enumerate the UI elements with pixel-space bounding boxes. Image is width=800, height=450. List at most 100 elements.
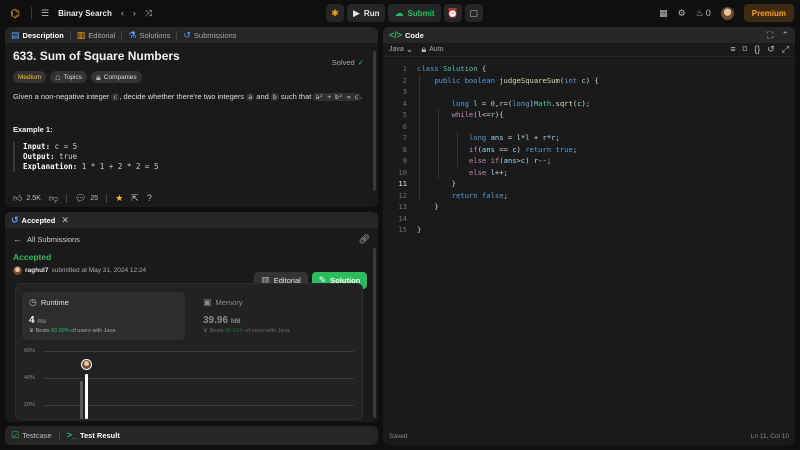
avatar[interactable]: [720, 6, 734, 20]
memory-label: Memory: [215, 298, 243, 307]
run-label: Run: [363, 8, 380, 18]
language-label: Java: [389, 46, 404, 53]
code-line[interactable]: 3: [383, 86, 795, 98]
solved-status: Solved ✓: [332, 58, 364, 67]
reset-icon[interactable]: ↺: [767, 45, 775, 54]
notes-button[interactable]: ▢: [464, 4, 483, 22]
code-text: while(l<=r){: [451, 110, 504, 120]
premium-button[interactable]: Premium: [743, 4, 794, 22]
statement-text: , decide whether there're two integers: [119, 92, 245, 101]
code-line[interactable]: 12 return false;: [383, 190, 795, 202]
comment-count: 25: [90, 194, 99, 202]
runtime-card[interactable]: ◷ Runtime 4 ms ♛ Beats 60.99% of users w…: [22, 292, 185, 340]
tab-testcase[interactable]: ☑ Testcase: [11, 430, 52, 441]
code-brackets-icon: </>: [389, 29, 403, 40]
topics-tag[interactable]: ⌂ Topics: [50, 71, 87, 83]
link-icon[interactable]: 🔗︎: [359, 234, 370, 244]
beats-suffix: of users with Java: [245, 328, 290, 334]
code-line[interactable]: 10 else l++;: [383, 167, 795, 179]
chevron-up-icon[interactable]: ⌃: [781, 30, 789, 40]
shuffle-icon[interactable]: ⤨: [145, 8, 152, 18]
format-icon[interactable]: ≡: [730, 45, 735, 54]
code-line[interactable]: 13 }: [383, 201, 795, 213]
line-number: 4: [402, 98, 407, 108]
code-line[interactable]: 15}: [383, 224, 795, 236]
code-line[interactable]: 6: [383, 121, 795, 133]
code-line[interactable]: 14: [383, 213, 795, 225]
streak-counter[interactable]: ♨ 0: [696, 8, 711, 18]
runtime-beats-pct: 60.99%: [51, 328, 70, 334]
line-number: 14: [398, 213, 407, 223]
companies-tag[interactable]: 🔒︎ Companies: [91, 71, 142, 83]
close-icon[interactable]: ✕: [61, 215, 69, 225]
submit-button[interactable]: ☁ Submit: [388, 4, 441, 22]
code-line[interactable]: 7 long ans = l*l + r*r;: [383, 132, 795, 144]
bookmark-icon[interactable]: ⌑: [743, 45, 748, 54]
code-editor[interactable]: 1 class Solution {2 public boolean judgeS…: [383, 58, 795, 427]
code-line[interactable]: 8 if(ans == c) return true;: [383, 144, 795, 156]
language-select[interactable]: Java ⌄: [389, 45, 413, 54]
code-line[interactable]: 5 while(l<=r){: [383, 109, 795, 121]
like-button[interactable]: 👍︎ 2.5K: [13, 193, 41, 203]
auto-mode-toggle[interactable]: 🔒︎ Auto: [421, 45, 443, 54]
avatar[interactable]: [13, 266, 22, 275]
runtime-value: 4: [29, 315, 35, 326]
result-body: ← All Submissions 🔗︎ Accepted raghul7 su…: [5, 228, 378, 289]
your-runtime-bar[interactable]: [85, 374, 88, 419]
history-icon: ↺: [183, 29, 191, 40]
distribution-bar[interactable]: [80, 381, 83, 419]
help-icon[interactable]: ?: [147, 193, 152, 203]
braces-icon[interactable]: {}: [754, 45, 760, 54]
code-line[interactable]: 2 public boolean judgeSquareSum(int c) {: [383, 75, 795, 87]
memory-card[interactable]: ▣ Memory 39.96 MB ♛ Beats 90.61% of user…: [196, 292, 359, 340]
tab-code[interactable]: </> Code: [389, 29, 424, 40]
list-icon[interactable]: ☰: [41, 8, 49, 18]
tab-description[interactable]: ▤ Description: [11, 30, 64, 40]
code-text: class Solution {: [417, 64, 487, 74]
indent-guide: [457, 132, 458, 167]
divider: [58, 431, 60, 440]
thumbs-down-icon[interactable]: 👎︎: [49, 193, 58, 203]
runtime-beats: ♛ Beats 60.99% of users with Java: [29, 328, 178, 334]
tab-solutions[interactable]: ⚗ Solutions: [128, 30, 170, 40]
star-icon[interactable]: ★: [115, 193, 123, 203]
username[interactable]: raghul7: [25, 267, 48, 274]
tab-testcase-label: Testcase: [22, 431, 52, 440]
leetcode-logo-icon[interactable]: ⌬: [8, 6, 22, 20]
expand-icon[interactable]: ⤢: [782, 45, 789, 54]
run-button[interactable]: ▶ Run: [347, 4, 386, 22]
code-text: else l++;: [468, 167, 508, 177]
tab-editorial[interactable]: ▥ Editorial: [77, 30, 116, 40]
statement-text: and: [256, 92, 269, 101]
code-line[interactable]: 9 else if(ans>c) r--;: [383, 155, 795, 167]
tab-test-result[interactable]: >_ Test Result: [67, 431, 120, 441]
checkbox-icon: ☑: [11, 430, 20, 440]
chevron-right-icon[interactable]: ›: [133, 8, 136, 18]
code-line[interactable]: 11 }: [383, 178, 795, 190]
result-tabs: ↺ Accepted ✕: [5, 212, 378, 228]
bottom-tab-bar: ☑ Testcase >_ Test Result: [5, 426, 378, 445]
statement-text: such that: [280, 92, 312, 101]
tab-accepted[interactable]: ↺ Accepted ✕: [11, 215, 69, 225]
code-line[interactable]: 1 class Solution {: [383, 63, 795, 75]
share-icon[interactable]: ⇱: [131, 193, 139, 203]
timer-button[interactable]: ⏰: [443, 4, 462, 22]
all-submissions-link[interactable]: ← All Submissions 🔗︎: [13, 232, 370, 246]
scrollbar[interactable]: [373, 248, 376, 418]
scrollbar[interactable]: [373, 51, 376, 191]
chevron-left-icon[interactable]: ‹: [121, 8, 124, 18]
line-number: 8: [402, 144, 407, 154]
comments-button[interactable]: 💬︎ 25: [75, 193, 99, 203]
gear-icon[interactable]: ⚙: [678, 8, 686, 18]
maximize-icon[interactable]: ⛶: [767, 30, 773, 40]
tab-submissions[interactable]: ↺ Submissions: [183, 29, 236, 40]
problem-title[interactable]: 633. Sum of Square Numbers: [13, 49, 370, 63]
layout-grid-icon[interactable]: ▦: [659, 8, 668, 18]
output-label: Output:: [23, 152, 55, 161]
code-line[interactable]: 4 long l = 0,r=(long)Math.sqrt(c);: [383, 98, 795, 110]
problem-list-title[interactable]: Binary Search: [58, 9, 112, 18]
example-block: Input: c = 5 Output: true Explanation: 1…: [13, 142, 370, 172]
debug-button[interactable]: ✱: [326, 4, 344, 22]
tab-code-label: Code: [405, 30, 424, 40]
beats-suffix: of users with Java: [71, 328, 116, 334]
